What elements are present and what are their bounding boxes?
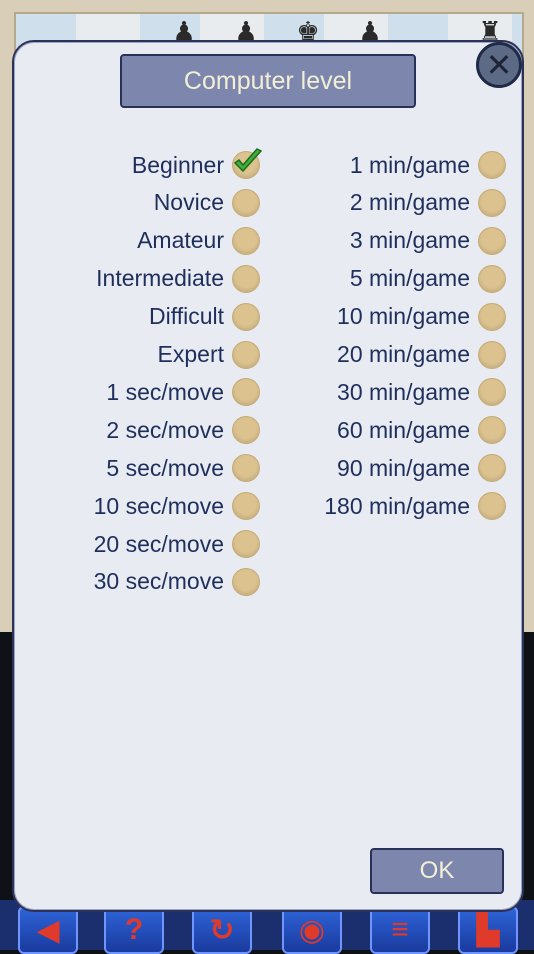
menu-icon[interactable]: ≡ [370,906,430,954]
level-option[interactable]: 10 min/game [286,300,506,334]
level-option-label: 5 sec/move [106,454,224,481]
radio-button[interactable] [478,340,506,369]
level-option[interactable]: 60 min/game [286,413,506,447]
radio-button[interactable] [232,340,260,369]
castle-icon[interactable]: ▙ [458,906,518,954]
radio-button[interactable] [232,492,260,521]
pawn-icon: ♟ [358,16,382,46]
level-option-label: Beginner [131,151,224,178]
level-option-label: Intermediate [96,265,224,292]
king-icon: ♚ [296,16,320,46]
level-option[interactable]: Beginner [20,148,263,182]
level-option[interactable]: 1 min/game [286,148,506,182]
radio-button[interactable] [232,530,260,558]
level-option-label: 30 sec/move [93,568,224,595]
level-option-label: 3 min/game [349,227,470,254]
level-option[interactable]: Difficult [20,300,260,334]
level-option[interactable]: 1 sec/move [20,375,260,409]
level-option-label: Expert [157,341,224,367]
level-option[interactable]: 5 min/game [286,262,506,296]
level-option[interactable]: 90 min/game [286,451,506,485]
level-option[interactable]: Novice [20,186,260,220]
level-option-label: 2 sec/move [106,416,224,443]
level-option[interactable]: 5 sec/move [20,451,260,485]
level-option-label: 1 min/game [349,151,470,178]
radio-button[interactable] [478,188,506,217]
ok-button[interactable]: OK [370,848,504,894]
radio-button[interactable] [232,264,260,293]
close-icon[interactable]: ✕ [476,42,522,88]
level-option[interactable]: 3 min/game [286,224,506,258]
level-option-label: Novice [153,189,224,216]
level-option[interactable]: Amateur [20,224,260,258]
level-option-label: 20 min/game [337,341,470,367]
level-option[interactable]: Expert [20,338,260,372]
radio-button[interactable] [478,151,506,179]
radio-button[interactable] [232,302,260,331]
level-option-label: Difficult [149,303,224,330]
level-option[interactable]: Intermediate [20,262,260,296]
level-option[interactable]: 20 sec/move [20,527,260,561]
back-icon[interactable]: ◀ [18,906,78,954]
rook-icon: ♜ [478,16,502,46]
radio-button[interactable] [478,416,506,445]
level-option-label: 90 min/game [337,454,470,481]
level-option[interactable]: 180 min/game [286,489,506,523]
radio-button[interactable] [232,148,263,179]
radio-button[interactable] [478,378,506,407]
radio-button[interactable] [232,567,260,596]
level-option-label: 180 min/game [324,492,470,519]
level-option-label: 2 min/game [349,189,470,216]
dialog-title: Computer level [120,54,416,108]
pawn-icon: ♟ [172,16,196,46]
level-option-label: 5 min/game [349,265,470,292]
level-option[interactable]: 30 min/game [286,375,506,409]
level-option[interactable]: 30 sec/move [20,565,260,599]
radio-button[interactable] [232,188,260,217]
level-option-label: 20 sec/move [93,530,224,557]
level-option-label: 60 min/game [337,416,470,443]
help-icon[interactable]: ? [104,906,164,954]
level-option-label: 10 sec/move [93,492,224,519]
radio-button[interactable] [232,226,260,255]
radio-button[interactable] [232,416,260,445]
level-option-label: Amateur [137,227,224,254]
radio-button[interactable] [478,492,506,521]
level-option-label: 1 sec/move [106,378,224,405]
level-option[interactable]: 10 sec/move [20,489,260,523]
radio-button[interactable] [478,454,506,483]
pawn-icon: ♟ [234,16,258,46]
level-option[interactable]: 2 min/game [286,186,506,220]
level-option-label: 10 min/game [337,303,470,330]
radio-button[interactable] [478,226,506,255]
radio-button[interactable] [478,302,506,331]
level-option-label: 30 min/game [337,378,470,405]
radio-button[interactable] [478,264,506,293]
level-option[interactable]: 2 sec/move [20,413,260,447]
level-option[interactable]: 20 min/game [286,338,506,372]
eye-icon[interactable]: ◉ [282,906,342,954]
radio-button[interactable] [232,378,260,407]
computer-level-dialog: Computer level ✕ Beginner Novice Amateur In… [12,40,524,912]
rotate-icon[interactable]: ↻ [192,906,252,954]
checkmark-icon [233,148,263,173]
radio-button[interactable] [232,454,260,483]
